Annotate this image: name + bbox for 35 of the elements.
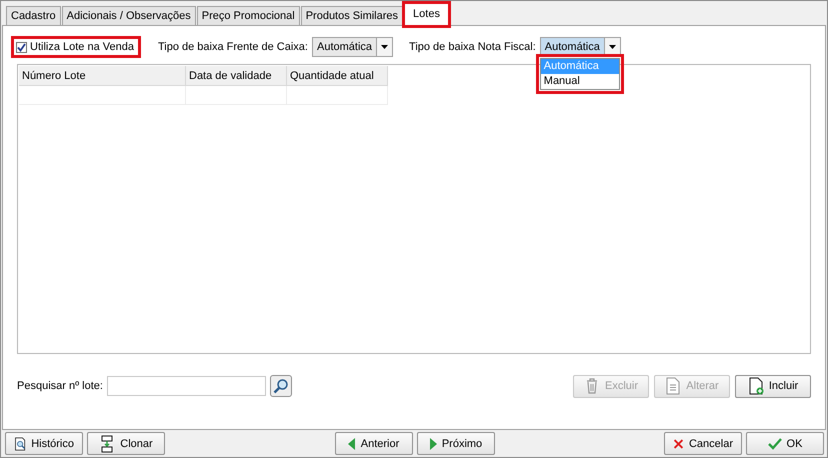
search-field[interactable] [106, 376, 266, 396]
add-document-icon [748, 377, 764, 395]
invoice-writeoff-label: Tipo de baixa Nota Fiscal: [409, 41, 536, 53]
tab[interactable]: Produtos Similares [300, 6, 404, 25]
dropdown-arrow-icon [608, 45, 616, 49]
column-header[interactable]: Quantidade atual [287, 66, 388, 86]
document-magnifier-icon [14, 434, 26, 452]
pos-writeoff-label: Tipo de baixa Frente de Caixa: [158, 41, 308, 53]
close-icon [673, 436, 684, 450]
footer-button[interactable]: Anterior [334, 432, 412, 455]
checkmark-icon [768, 436, 782, 450]
tab[interactable]: Cadastro [6, 6, 61, 25]
clone-icon [99, 434, 116, 452]
dropdown-arrow-icon [381, 45, 388, 49]
action-button[interactable]: Incluir [735, 374, 811, 398]
dropdown-option[interactable]: Manual [540, 74, 619, 89]
footer-button[interactable]: Clonar [87, 432, 165, 455]
pos-writeoff-dropdown[interactable]: Automática [312, 37, 394, 57]
use-lot-checkbox[interactable]: Utiliza Lote na Venda [14, 39, 138, 55]
tab[interactable]: Preço Promocional [196, 6, 300, 25]
document-icon [665, 377, 682, 395]
footer-button[interactable]: Próximo [416, 432, 494, 455]
tab[interactable]: Lotes [404, 3, 449, 26]
search-icon [272, 378, 289, 394]
column-header[interactable]: Data de validade [186, 66, 287, 86]
footer-button[interactable]: Histórico [5, 432, 83, 455]
checkmark-icon [17, 42, 26, 52]
search-button[interactable] [270, 375, 292, 397]
footer-button[interactable]: Cancelar [664, 432, 742, 455]
left-triangle-icon [348, 438, 356, 450]
search-label: Pesquisar nº lote: [17, 380, 103, 392]
footer-button[interactable]: OK [746, 432, 824, 455]
right-triangle-icon [428, 438, 437, 450]
tab[interactable]: Adicionais / Observações [62, 6, 196, 25]
column-header[interactable]: Número Lote [19, 66, 186, 86]
